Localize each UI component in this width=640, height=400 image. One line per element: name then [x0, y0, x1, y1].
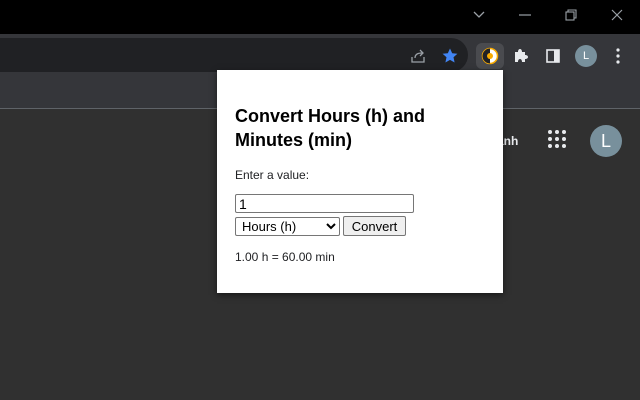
apps-grid-icon[interactable] [548, 130, 568, 150]
convert-button[interactable]: Convert [343, 216, 406, 236]
side-panel-icon[interactable] [540, 43, 566, 69]
more-menu-icon[interactable] [605, 43, 631, 69]
value-input[interactable] [235, 194, 414, 213]
popup-title: Convert Hours (h) and Minutes (min) [235, 106, 426, 150]
converter-extension-icon[interactable] [477, 43, 503, 69]
share-icon[interactable] [405, 43, 431, 69]
profile-avatar-letter: L [575, 45, 597, 67]
unit-select[interactable]: Hours (h) [235, 217, 340, 236]
converter-popup: Convert Hours (h) and Minutes (min) Ente… [217, 70, 503, 293]
close-icon[interactable] [594, 0, 640, 30]
title-bar [0, 0, 640, 34]
profile-avatar[interactable]: L [573, 43, 599, 69]
chevron-down-icon[interactable] [456, 0, 502, 30]
conversion-result: 1.00 h = 60.00 min [235, 250, 335, 264]
minimize-icon[interactable] [502, 0, 548, 30]
puzzle-extensions-icon[interactable] [508, 43, 534, 69]
account-avatar[interactable]: L [590, 125, 622, 157]
bookmark-star-icon[interactable] [437, 43, 463, 69]
value-prompt: Enter a value: [235, 168, 310, 182]
restore-icon[interactable] [548, 0, 594, 30]
address-bar[interactable] [0, 38, 468, 72]
